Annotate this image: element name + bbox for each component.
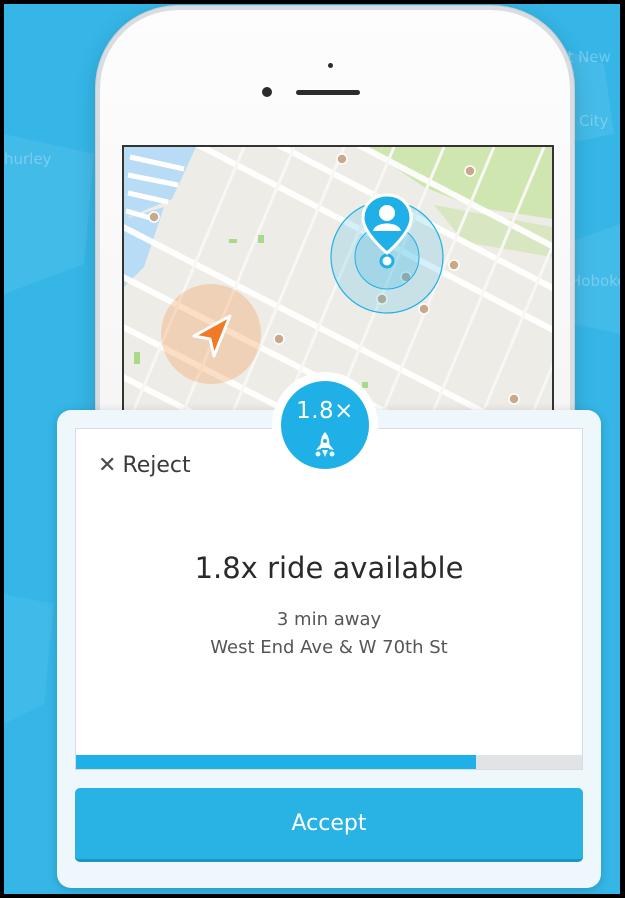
person-pin-icon <box>361 193 413 255</box>
surge-multiplier: 1.8× <box>296 398 354 424</box>
surge-badge: 1.8× <box>281 381 369 469</box>
reject-label: Reject <box>122 453 191 478</box>
rocket-icon <box>315 432 335 457</box>
countdown-progress-bar <box>76 755 582 769</box>
sensor-dot <box>328 63 333 68</box>
bg-map-label: City <box>579 112 609 130</box>
accept-button[interactable]: Accept <box>75 788 583 862</box>
pickup-address: West End Ave & W 70th St <box>210 637 448 658</box>
ride-title: 1.8x ride available <box>194 551 464 585</box>
bg-map-label: hurley <box>4 150 52 168</box>
reject-button[interactable]: ✕ Reject <box>98 453 191 478</box>
ride-request-card: ✕ Reject 1.8x ride available 3 min away … <box>75 428 583 770</box>
bg-map-label: Hoboke <box>570 272 620 290</box>
countdown-progress-fill <box>76 755 476 769</box>
ride-eta: 3 min away <box>276 609 382 630</box>
screen-root: Fort New York City Hoboke hurley <box>0 0 625 898</box>
front-camera <box>262 87 272 97</box>
close-icon: ✕ <box>98 452 117 478</box>
earpiece-speaker <box>296 90 360 95</box>
navigation-arrow-icon <box>192 314 232 358</box>
